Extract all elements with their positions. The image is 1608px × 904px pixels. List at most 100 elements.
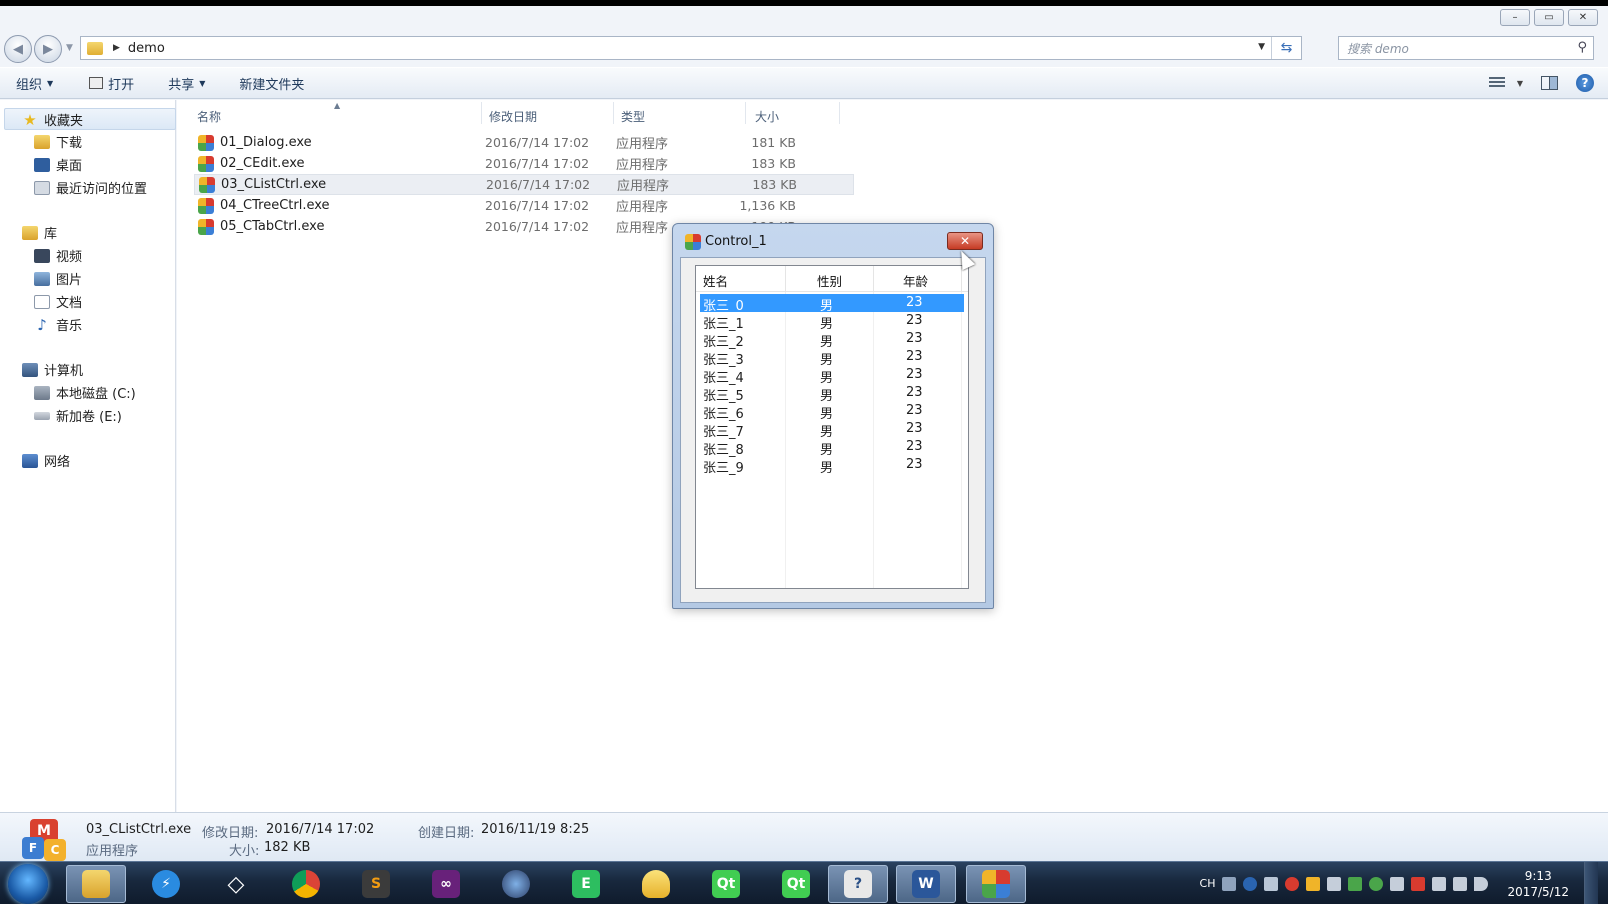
- column-separator[interactable]: [839, 102, 840, 124]
- network-tray-icon[interactable]: [1453, 876, 1468, 891]
- column-separator[interactable]: [481, 102, 482, 124]
- list-row[interactable]: 张三_3 男 23: [700, 348, 964, 368]
- list-row[interactable]: 张三_4 男 23: [700, 366, 964, 386]
- minimize-button[interactable]: –: [1500, 9, 1530, 26]
- breadcrumb-folder[interactable]: demo: [128, 41, 165, 56]
- list-row-selected[interactable]: 张三_0 男 23: [700, 294, 964, 314]
- taskbar-word[interactable]: W: [896, 865, 956, 903]
- search-input[interactable]: 搜索 demo ⚲: [1338, 36, 1594, 60]
- taskbar-qt-designer[interactable]: Qt: [766, 865, 826, 903]
- nav-downloads[interactable]: 下载: [34, 132, 82, 151]
- list-cell: 23: [906, 295, 923, 310]
- taskbar-folder[interactable]: [626, 865, 686, 903]
- list-row[interactable]: 张三_8 男 23: [700, 438, 964, 458]
- file-row[interactable]: 02_CEdit.exe 2016/7/14 17:02 应用程序 183 KB: [194, 153, 854, 174]
- shield-icon[interactable]: [1369, 876, 1384, 891]
- tray-icon[interactable]: [1306, 876, 1321, 891]
- address-dropdown-icon[interactable]: ▼: [1258, 42, 1265, 52]
- column-header-name[interactable]: 名称: [197, 108, 221, 125]
- column-header-size[interactable]: 大小: [755, 108, 779, 125]
- back-button[interactable]: ◀: [4, 35, 32, 63]
- clock[interactable]: 9:13 2017/5/12: [1507, 868, 1569, 900]
- nav-libraries[interactable]: 库: [22, 223, 57, 242]
- view-menu[interactable]: ▼: [1488, 77, 1523, 89]
- column-separator[interactable]: [745, 102, 746, 124]
- search-icon[interactable]: ⚲: [1577, 40, 1587, 55]
- nav-favorites[interactable]: ★ 收藏夹: [22, 110, 83, 130]
- column-separator[interactable]: [613, 102, 614, 124]
- taskbar-qt-creator[interactable]: Qt: [696, 865, 756, 903]
- taskbar-mfc-app[interactable]: [966, 865, 1026, 903]
- keyboard-icon[interactable]: [1222, 876, 1237, 891]
- file-name: 05_CTabCtrl.exe: [220, 219, 325, 234]
- list-row[interactable]: 张三_9 男 23: [700, 456, 964, 476]
- header-name[interactable]: 姓名: [703, 271, 728, 290]
- taskbar-unity[interactable]: ◇: [206, 865, 266, 903]
- show-desktop-button[interactable]: [1584, 862, 1598, 904]
- volume-icon[interactable]: [1474, 876, 1489, 891]
- column-header-modified[interactable]: 修改日期: [489, 108, 537, 125]
- start-button[interactable]: [8, 864, 48, 904]
- nav-desktop[interactable]: 桌面: [34, 155, 82, 174]
- list-row[interactable]: 张三_1 男 23: [700, 312, 964, 332]
- address-bar[interactable]: ▶ demo ▼ ⇆: [80, 36, 1302, 60]
- header-separator[interactable]: [785, 266, 786, 292]
- refresh-button[interactable]: ⇆: [1271, 37, 1301, 59]
- recent-pages-dropdown-icon[interactable]: ▼: [66, 43, 73, 53]
- file-row[interactable]: 04_CTreeCtrl.exe 2016/7/14 17:02 应用程序 1,…: [194, 195, 854, 216]
- forward-button[interactable]: ▶: [34, 35, 62, 63]
- taskbar-visual-studio[interactable]: ∞: [416, 865, 476, 903]
- open-button[interactable]: 打开: [69, 68, 150, 98]
- breadcrumb-chevron-icon[interactable]: ▶: [113, 43, 120, 53]
- language-indicator[interactable]: CH: [1200, 877, 1216, 890]
- list-control[interactable]: 姓名 性别 年龄 张三_0 男 23 张三_1 男 23 张三_2 男 23 张三_3 男 23…: [695, 265, 969, 589]
- list-row[interactable]: 张三_7 男 23: [700, 420, 964, 440]
- tray-icon[interactable]: [1432, 876, 1447, 891]
- taskbar-eclipse[interactable]: [486, 865, 546, 903]
- file-row-selected[interactable]: 03_CListCtrl.exe 2016/7/14 17:02 应用程序 18…: [194, 174, 854, 195]
- help-icon[interactable]: ?: [1576, 74, 1594, 92]
- open-label: 打开: [108, 77, 135, 93]
- taskbar-help[interactable]: ?: [828, 865, 888, 903]
- nav-network[interactable]: 网络: [22, 451, 70, 470]
- qt-icon: Qt: [782, 870, 810, 898]
- nav-videos[interactable]: 视频: [34, 246, 82, 265]
- tray-icon[interactable]: [1264, 876, 1279, 891]
- file-date: 2016/7/14 17:02: [485, 219, 590, 234]
- close-window-button[interactable]: ✕: [1568, 9, 1598, 26]
- taskbar-thunder[interactable]: ⚡: [136, 865, 196, 903]
- taskbar-sublime[interactable]: S: [346, 865, 406, 903]
- tray-icon[interactable]: [1390, 876, 1405, 891]
- update-icon[interactable]: [1348, 876, 1363, 891]
- list-row[interactable]: 张三_2 男 23: [700, 330, 964, 350]
- organize-menu[interactable]: 组织 ▼: [0, 68, 69, 98]
- nav-music[interactable]: ♪ 音乐: [34, 315, 82, 335]
- nav-computer[interactable]: 计算机: [22, 360, 83, 379]
- preview-pane-icon[interactable]: [1541, 76, 1558, 90]
- antivirus-icon[interactable]: [1285, 876, 1300, 891]
- taskbar-chrome[interactable]: [276, 865, 336, 903]
- dialog-close-button[interactable]: ✕: [947, 232, 983, 250]
- share-menu[interactable]: 共享 ▼: [150, 68, 221, 98]
- header-separator[interactable]: [873, 266, 874, 292]
- list-row[interactable]: 张三_5 男 23: [700, 384, 964, 404]
- nav-recent[interactable]: 最近访问的位置: [34, 178, 147, 197]
- new-folder-button[interactable]: 新建文件夹: [221, 68, 320, 98]
- header-gender[interactable]: 性别: [817, 271, 842, 290]
- file-row[interactable]: 01_Dialog.exe 2016/7/14 17:02 应用程序 181 K…: [194, 132, 854, 153]
- file-size: 183 KB: [752, 177, 797, 192]
- flag-icon[interactable]: [1411, 876, 1426, 891]
- taskbar-evernote[interactable]: E: [556, 865, 616, 903]
- nav-documents[interactable]: 文档: [34, 292, 82, 311]
- tray-icon[interactable]: [1327, 876, 1342, 891]
- nav-drive-c[interactable]: 本地磁盘 (C:): [34, 383, 136, 402]
- nav-pictures[interactable]: 图片: [34, 269, 82, 288]
- header-age[interactable]: 年龄: [903, 271, 928, 290]
- taskbar-explorer[interactable]: [66, 865, 126, 903]
- nav-drive-e[interactable]: 新加卷 (E:): [34, 406, 122, 425]
- column-header-type[interactable]: 类型: [621, 108, 645, 125]
- maximize-button[interactable]: ▭: [1534, 9, 1564, 26]
- details-filename: 03_CListCtrl.exe: [86, 822, 192, 837]
- list-row[interactable]: 张三_6 男 23: [700, 402, 964, 422]
- help-tray-icon[interactable]: [1243, 876, 1258, 891]
